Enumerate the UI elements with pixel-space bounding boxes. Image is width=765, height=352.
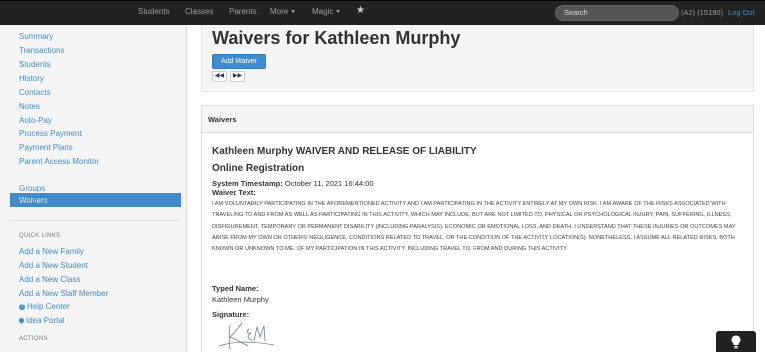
waiver-subtitle: Online Registration [212,163,305,174]
nav-more[interactable]: More [270,7,296,16]
help-center-label: Help Center [27,302,70,311]
lightbulb-icon [731,335,741,349]
waiver-text: I AM VOLUNTARILY PARTICIPATING IN THE AF… [212,201,736,253]
star-icon[interactable]: ★ [356,5,365,16]
help-center-link[interactable]: ? Help Center [19,302,70,311]
typed-name-value: Kathleen Murphy [212,295,269,304]
waivers-panel: Waivers Kathleen Murphy WAIVER AND RELEA… [201,105,754,352]
chevron-down-icon [291,10,296,14]
nav-magic[interactable]: Magic [312,7,341,16]
sidebar-item-history[interactable]: History [19,74,44,83]
signature-label: Signature: [212,310,250,319]
sidebar-item-process-payment[interactable]: Process Payment [19,129,82,138]
quick-links-header: QUICK LINKS [19,233,61,239]
quick-link-add-staff[interactable]: Add a New Staff Member [19,289,108,298]
sidebar-divider [10,220,181,221]
sidebar-item-gift-codes[interactable]: Gift Codes [19,198,57,207]
panel-heading-label: Waivers [208,115,237,124]
page-header-panel: Waivers for Kathleen Murphy Add Waiver ◀… [201,25,754,92]
waiver-title: Kathleen Murphy WAIVER AND RELEASE OF LI… [212,146,477,157]
sidebar-item-contacts[interactable]: Contacts [19,88,51,97]
top-navbar: Students Classes Parents More Magic ★ Se… [0,0,765,25]
quick-link-add-class[interactable]: Add a New Class [19,275,80,284]
nav-parents[interactable]: Parents [229,7,257,16]
sidebar-item-parent-access-monitor[interactable]: Parent Access Monitor [19,157,99,166]
system-timestamp: System Timestamp: October 11, 2021 16:44… [212,179,374,188]
sidebar-item-auto-pay[interactable]: Auto-Pay [19,116,52,125]
lightbulb-help-button[interactable] [716,331,756,352]
nav-students[interactable]: Students [138,7,170,16]
sidebar: Summary Transactions Students History Co… [0,25,187,352]
sidebar-item-transactions[interactable]: Transactions [19,46,65,55]
quick-link-add-student[interactable]: Add a New Student [19,261,88,270]
chevron-down-icon [336,10,341,14]
prev-record-button[interactable]: ◀◀ [212,71,227,82]
signature-image [218,322,275,350]
nav-magic-label: Magic [312,7,334,16]
timestamp-value: October 11, 2021 16:44:00 [284,179,374,188]
sidebar-item-students[interactable]: Students [19,60,51,69]
sidebar-item-payment-plans[interactable]: Payment Plans [19,143,73,152]
navbar-edge [0,0,765,1]
search-input[interactable]: Search [555,5,679,21]
actions-header: ACTIONS [19,336,48,342]
sidebar-item-notes[interactable]: Notes [19,102,40,111]
question-icon: ? [19,303,25,310]
typed-name-label: Typed Name: [212,284,259,293]
sidebar-item-groups[interactable]: Groups [19,184,45,193]
waiver-text-label: Waiver Text: [212,188,256,197]
add-waiver-button[interactable]: Add Waiver [212,54,266,69]
map-marker-icon [19,318,24,324]
timestamp-label: System Timestamp: [212,179,283,188]
next-record-button[interactable]: ▶▶ [230,71,245,82]
nav-classes[interactable]: Classes [185,7,213,16]
sidebar-item-summary[interactable]: Summary [19,32,53,41]
page-title: Waivers for Kathleen Murphy [212,28,461,48]
logout-link[interactable]: Log Out [728,8,755,17]
quick-link-add-family[interactable]: Add a New Family [19,247,84,256]
panel-heading: Waivers [202,106,753,133]
idea-portal-label: Idea Portal [26,316,65,325]
idea-portal-link[interactable]: Idea Portal [19,316,65,325]
nav-more-label: More [270,7,289,16]
main-content: Waivers for Kathleen Murphy Add Waiver ◀… [187,25,765,352]
user-id: (A2) (15190) [681,8,724,17]
